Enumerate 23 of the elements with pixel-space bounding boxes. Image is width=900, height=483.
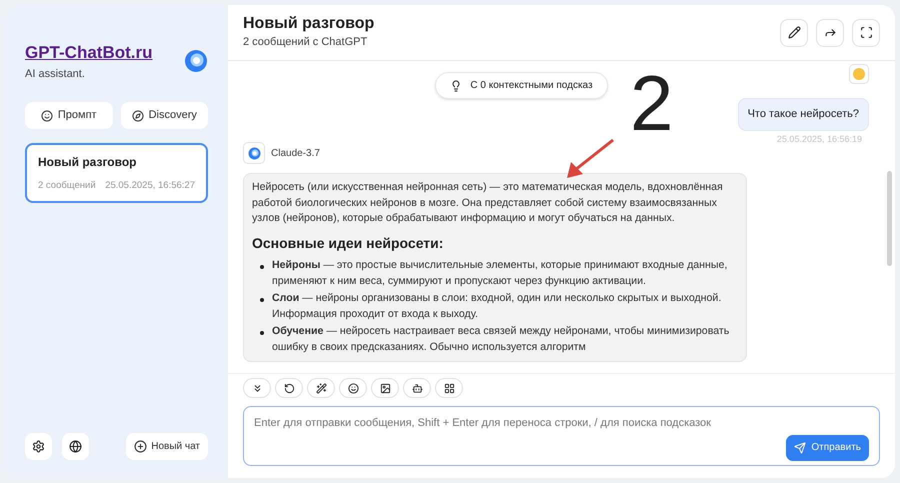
message-heading: Основные идеи нейросети: xyxy=(252,236,444,251)
message-time: 25.05.2025, 16:56:19 xyxy=(776,132,862,146)
message-paragraph: Нейросеть (или искусственная нейронная сеть) — это математическая модель, вдохновлённая работой биологических нейронов в мозге. Она представляет собой систему взаимосвязанных узлов (нейронов), которые обрабатывают информацию и могут обучаться на данных. xyxy=(252,180,724,226)
user-message: Что такое нейросеть? xyxy=(738,98,869,130)
conversation-title: Новый разговор xyxy=(38,154,138,171)
bullet-text: Нейроны — это простые вычислительные элементы, которые принимают входные данные, применяют к ним веса, суммируют и пропускают через функцию активации. xyxy=(272,258,728,288)
chat-subtitle: 2 сообщений с ChatGPT xyxy=(243,35,368,50)
bullet-text: Слои — нейроны организованы в слои: входной, один или несколько скрытых и выходной. Информация проходит от входа к выходу. xyxy=(272,291,722,322)
conversation-time: 25.05.2025, 16:56:27 xyxy=(105,179,195,193)
new-chat-button[interactable]: Новый чат xyxy=(126,433,208,460)
brand-link[interactable]: GPT-ChatBot.ru xyxy=(25,40,152,66)
message-count: 2 сообщений xyxy=(38,179,96,193)
discovery-button[interactable]: Discovery xyxy=(120,102,208,129)
context-hints-pill[interactable]: С 0 контекстными подсказ xyxy=(435,72,608,99)
model-name: Claude-3.7 xyxy=(271,146,320,160)
bullet-text: Обучение — нейросеть настраивает веса связей между нейронами, чтобы минимизировать ошибку в своих предсказаниях. Обычно используется алгоритм xyxy=(272,324,730,354)
prompt-button[interactable]: Промпт xyxy=(25,102,112,129)
brand-subtitle: AI assistant. xyxy=(25,66,86,82)
chat-title: Новый разговор xyxy=(243,14,374,34)
message-input[interactable]: Enter для отправки сообщения, Shift + Enter для переноса строки, / для поиска подсказок Отправить xyxy=(243,406,880,466)
context-hints-label: С 0 контекстными подсказ xyxy=(470,79,593,93)
send-button[interactable]: Отправить xyxy=(786,434,869,460)
conversation-item[interactable]: Новый разговор 2 сообщений 25.05.2025, 16:56:27 xyxy=(25,143,208,204)
